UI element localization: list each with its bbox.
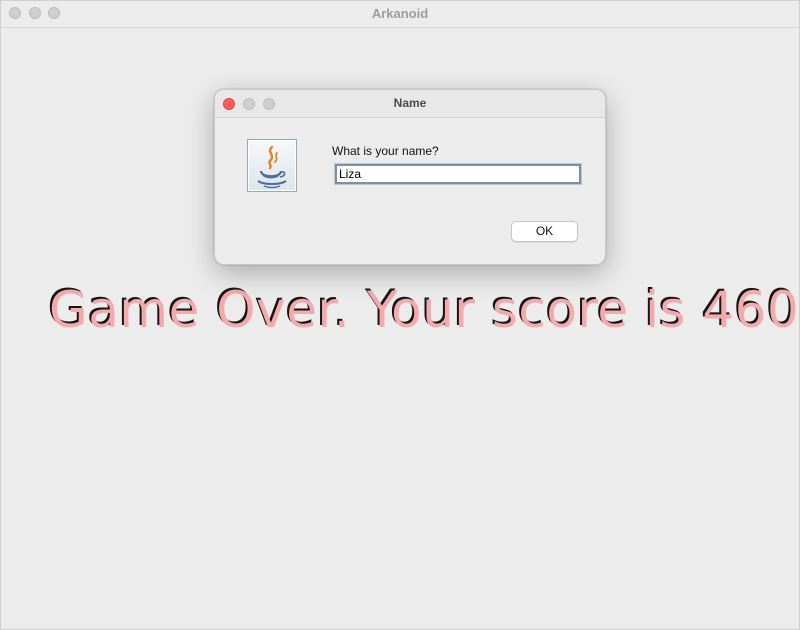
arkanoid-window: Arkanoid Game Over. Your score is 460 Na… xyxy=(0,0,800,630)
java-coffee-cup-icon xyxy=(247,139,297,192)
ok-button[interactable]: OK xyxy=(511,221,578,242)
dialog-titlebar[interactable]: Name xyxy=(215,90,605,118)
dialog-prompt: What is your name? xyxy=(332,144,439,158)
name-dialog: Name What is your name? OK xyxy=(214,89,606,265)
dialog-title: Name xyxy=(393,96,427,110)
game-over-message: Game Over. Your score is 460 xyxy=(49,281,800,339)
name-input[interactable] xyxy=(334,163,582,185)
window-title: Arkanoid xyxy=(371,6,429,21)
window-titlebar[interactable]: Arkanoid xyxy=(1,1,799,28)
